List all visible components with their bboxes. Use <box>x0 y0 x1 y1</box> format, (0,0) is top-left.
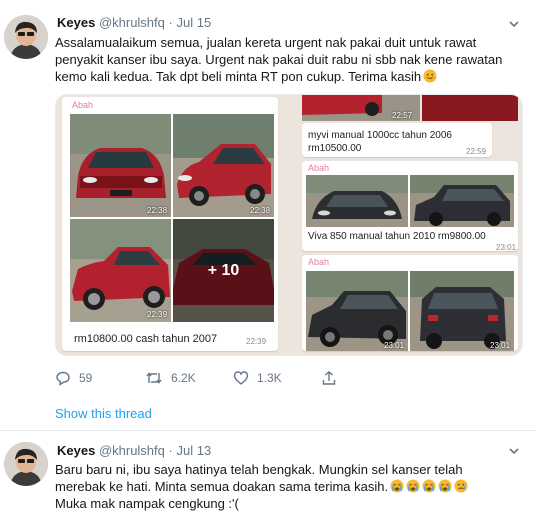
emoji-group <box>388 479 468 494</box>
avatar[interactable] <box>4 15 48 59</box>
photo-timestamp: 22:57 <box>392 111 413 120</box>
crying-face-icon <box>390 479 404 493</box>
media-image-left[interactable]: Abah 22:38 22:38 22:39 + 10 rm10800.00 c… <box>56 95 286 355</box>
tweet-2[interactable]: Keyes @khrulshfq · Jul 13 Baru baru ni, … <box>0 431 536 519</box>
car-photo <box>173 114 274 217</box>
tweet-text: Assalamualaikum semua, jualan kereta urg… <box>55 35 503 84</box>
sender-name: Abah <box>308 163 330 173</box>
sender-name: Abah <box>72 100 94 110</box>
car-photo <box>410 175 514 227</box>
show-thread-link[interactable]: Show this thread <box>55 406 152 421</box>
reply-icon <box>56 371 70 386</box>
car-photo <box>422 95 518 121</box>
car-photo <box>410 271 514 351</box>
retweet-icon <box>146 372 162 384</box>
sad-face-icon <box>454 479 468 493</box>
caption-timestamp: 22:59 <box>466 147 487 156</box>
photo-timestamp: 23:01 <box>490 341 511 350</box>
author-name[interactable]: Keyes <box>57 443 95 458</box>
listing-caption: rm10800.00 cash tahun 2007 <box>74 333 218 345</box>
photo-timestamp: 22:38 <box>250 206 271 215</box>
tweet-media[interactable]: Abah 22:38 22:38 22:39 + 10 rm10800.00 c… <box>55 94 523 356</box>
car-photo <box>306 175 408 227</box>
reply-count: 59 <box>79 371 93 385</box>
photo-timestamp: 22:39 <box>147 310 168 319</box>
retweet-count: 6.2K <box>171 371 196 385</box>
photo-timestamp: 22:38 <box>147 206 168 215</box>
smiling-face-icon <box>423 69 437 83</box>
share-icon <box>322 370 336 385</box>
tweet-header: Keyes @khrulshfq · Jul 13 <box>57 443 211 458</box>
car-photo <box>70 114 171 217</box>
retweet-button[interactable]: 6.2K <box>145 370 196 386</box>
tweet-text: Baru baru ni, ibu saya hatinya telah ben… <box>55 461 525 512</box>
heart-icon <box>233 371 249 385</box>
chevron-down-icon[interactable] <box>507 17 521 31</box>
more-photos-overlay[interactable]: + 10 <box>173 219 274 322</box>
car-photo <box>306 271 408 351</box>
listing-caption: myvi manual 1000cc tahun 2006 rm10500.00 <box>308 130 452 154</box>
like-count: 1.3K <box>257 371 282 385</box>
crying-face-icon <box>406 479 420 493</box>
author-name[interactable]: Keyes <box>57 15 95 30</box>
more-photos-count: + 10 <box>207 261 240 279</box>
photo-timestamp: 23:01 <box>384 341 405 350</box>
caption-timestamp: 22:39 <box>246 337 267 346</box>
listing-caption: Viva 850 manual tahun 2010 rm9800.00 <box>308 231 486 242</box>
sender-name: Abah <box>308 257 330 267</box>
share-button[interactable] <box>321 370 345 386</box>
car-photo: + 10 <box>173 219 274 322</box>
crying-face-icon <box>422 479 436 493</box>
author-handle[interactable]: @khrulshfq <box>99 15 165 30</box>
tweet-1[interactable]: Keyes @khrulshfq · Jul 15 Assalamualaiku… <box>0 0 536 430</box>
reply-button[interactable]: 59 <box>55 370 92 386</box>
tweet-date[interactable]: Jul 15 <box>176 15 211 30</box>
chevron-down-icon[interactable] <box>507 444 521 458</box>
separator-dot: · <box>168 15 173 30</box>
caption-timestamp: 23:01 <box>496 243 517 252</box>
tweet-date[interactable]: Jul 13 <box>176 443 211 458</box>
author-handle[interactable]: @khrulshfq <box>99 443 165 458</box>
tweet-header: Keyes @khrulshfq · Jul 15 <box>57 15 211 30</box>
avatar[interactable] <box>4 442 48 486</box>
like-button[interactable]: 1.3K <box>233 370 282 386</box>
car-photo <box>70 219 171 322</box>
crying-face-icon <box>438 479 452 493</box>
media-image-right[interactable]: 22:57 myvi manual 1000cc tahun 2006 rm10… <box>288 95 522 355</box>
separator-dot: · <box>168 443 173 458</box>
